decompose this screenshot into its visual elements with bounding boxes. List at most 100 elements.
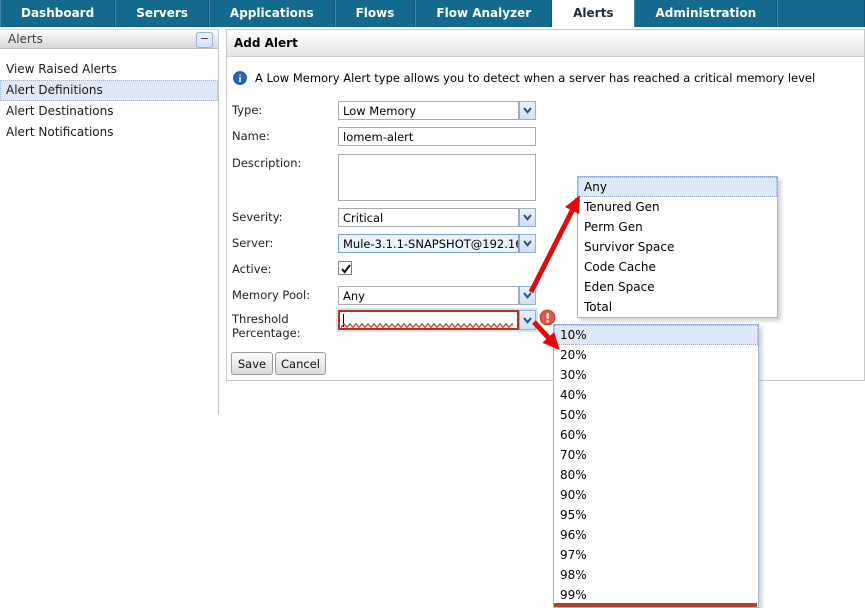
dropdown-option[interactable]: 95% [554, 505, 758, 525]
dropdown-option[interactable]: 98% [554, 565, 758, 585]
threshold-input[interactable] [338, 310, 519, 330]
dropdown-option[interactable]: Code Cache [578, 257, 777, 277]
dropdown-option[interactable]: Total [578, 297, 777, 317]
collapse-panel-button[interactable]: − [196, 32, 213, 48]
type-label: Type: [232, 103, 262, 117]
dropdown-option-label: 80% [560, 468, 587, 482]
sidebar-alerts-panel: Alerts − View Raised Alerts Alert Defini… [0, 29, 219, 415]
save-button[interactable]: Save [231, 352, 273, 375]
server-value[interactable]: Mule-3.1.1-SNAPSHOT@192.16 [338, 234, 519, 253]
dropdown-option-label: 97% [560, 548, 587, 562]
dropdown-option-label: Tenured Gen [584, 200, 660, 214]
dropdown-option[interactable]: 90% [554, 485, 758, 505]
dropdown-option[interactable]: Tenured Gen [578, 197, 777, 217]
dropdown-option-label: 50% [560, 408, 587, 422]
dropdown-option-label: Perm Gen [584, 220, 643, 234]
dropdown-option[interactable]: 70% [554, 445, 758, 465]
dropdown-option[interactable]: Perm Gen [578, 217, 777, 237]
threshold-dropdown-list: 10% 20% 30% 40% 50% 60% 70% 80% 90% [553, 324, 759, 608]
dropdown-option-label: 95% [560, 508, 587, 522]
dropdown-option[interactable]: 97% [554, 545, 758, 565]
active-label: Active: [232, 262, 271, 276]
severity-label: Severity: [232, 210, 283, 224]
dropdown-option[interactable]: 30% [554, 365, 758, 385]
dropdown-option-label: 10% [560, 328, 587, 342]
threshold-dropdown-trigger[interactable] [519, 310, 536, 330]
dropdown-option[interactable]: Eden Space [578, 277, 777, 297]
memory-pool-value[interactable]: Any [338, 286, 519, 305]
memory-pool-dropdown-list: Any Tenured Gen Perm Gen Survivor Space … [577, 176, 778, 318]
nav-filler [777, 0, 865, 27]
error-wavy-underline [341, 323, 513, 328]
memory-pool-combo[interactable]: Any [338, 286, 536, 305]
name-label: Name: [232, 129, 270, 143]
nav-tab[interactable]: Servers [115, 0, 209, 27]
nav-tab-label: Dashboard [21, 6, 94, 20]
sidebar-item[interactable]: View Raised Alerts [0, 59, 218, 80]
nav-tab-label: Alerts [573, 6, 613, 20]
sidebar-item-label: Alert Definitions [6, 83, 103, 97]
dropdown-option-label: 60% [560, 428, 587, 442]
server-label: Server: [232, 236, 273, 250]
name-input[interactable]: lomem-alert [338, 127, 536, 146]
sidebar-item[interactable]: Alert Notifications [0, 122, 218, 143]
dropdown-option[interactable]: 96% [554, 525, 758, 545]
dropdown-resize-handle[interactable] [554, 603, 757, 607]
server-dropdown-trigger[interactable] [519, 234, 536, 253]
cancel-button[interactable]: Cancel [275, 352, 326, 375]
info-text: A Low Memory Alert type allows you to de… [255, 71, 815, 85]
threshold-label-line2: Percentage: [232, 326, 301, 340]
name-value: lomem-alert [343, 130, 413, 144]
dropdown-option[interactable]: 50% [554, 405, 758, 425]
dropdown-option[interactable]: 20% [554, 345, 758, 365]
nav-tab[interactable]: Administration [634, 0, 777, 27]
nav-tab[interactable]: Flows [335, 0, 416, 27]
info-icon: i [233, 71, 247, 85]
severity-dropdown-trigger[interactable] [519, 208, 536, 227]
nav-tab[interactable]: Applications [209, 0, 335, 27]
sidebar-item[interactable]: Alert Destinations [0, 101, 218, 122]
type-value[interactable]: Low Memory [338, 101, 519, 120]
chevron-down-icon [523, 317, 532, 324]
top-nav: Dashboard Servers Applications Flows Flo… [0, 0, 865, 27]
dropdown-option[interactable]: 99% [554, 585, 758, 605]
dropdown-option-label: 98% [560, 568, 587, 582]
threshold-combo[interactable] [338, 310, 536, 330]
nav-tab[interactable]: Flow Analyzer [415, 0, 552, 27]
nav-tab[interactable]: Alerts [552, 0, 634, 27]
dropdown-option[interactable]: 40% [554, 385, 758, 405]
severity-combo[interactable]: Critical [338, 208, 536, 227]
dropdown-option-label: Survivor Space [584, 240, 674, 254]
chevron-down-icon [523, 292, 532, 299]
page: Dashboard Servers Applications Flows Flo… [0, 0, 865, 608]
dropdown-option[interactable]: Any [578, 177, 777, 197]
panel-header: Add Alert [227, 30, 864, 57]
dropdown-option[interactable]: 60% [554, 425, 758, 445]
nav-tab[interactable]: Dashboard [0, 0, 115, 27]
dropdown-option[interactable]: 10% [554, 325, 758, 345]
dropdown-option-label: Total [584, 300, 612, 314]
sidebar-item[interactable]: Alert Definitions [0, 80, 218, 101]
nav-tab-label: Flow Analyzer [436, 6, 531, 20]
dropdown-option[interactable]: 80% [554, 465, 758, 485]
dropdown-option[interactable]: Survivor Space [578, 237, 777, 257]
active-checkbox[interactable] [338, 261, 352, 275]
sidebar-item-label: Alert Notifications [6, 125, 113, 139]
dropdown-option-label: 20% [560, 348, 587, 362]
dropdown-option-label: 99% [560, 588, 587, 602]
nav-tab-label: Servers [136, 6, 188, 20]
server-combo[interactable]: Mule-3.1.1-SNAPSHOT@192.16 [338, 234, 536, 253]
severity-value[interactable]: Critical [338, 208, 519, 227]
dropdown-option-label: Eden Space [584, 280, 655, 294]
nav-tab-label: Flows [356, 6, 395, 20]
type-dropdown-trigger[interactable] [519, 101, 536, 120]
description-label: Description: [232, 156, 301, 170]
description-textarea[interactable] [338, 154, 536, 201]
chevron-down-icon [523, 240, 532, 247]
type-combo[interactable]: Low Memory [338, 101, 536, 120]
dropdown-option-label: 96% [560, 528, 587, 542]
dropdown-option-label: Code Cache [584, 260, 656, 274]
dropdown-option-label: 90% [560, 488, 587, 502]
chevron-down-icon [523, 214, 532, 221]
memory-pool-dropdown-trigger[interactable] [519, 286, 536, 305]
